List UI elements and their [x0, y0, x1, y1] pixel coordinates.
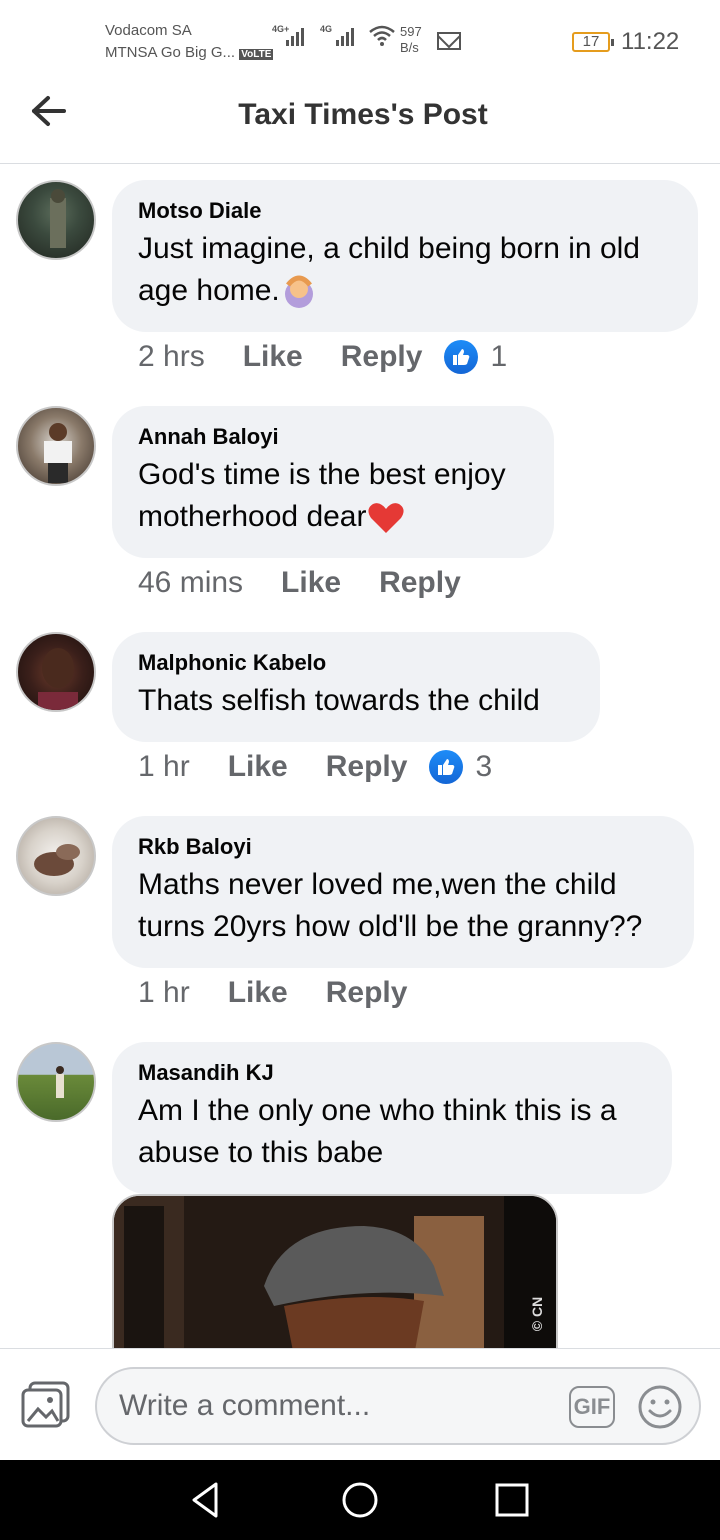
reply-button[interactable]: Reply: [326, 976, 408, 1010]
comment-text: Just imagine, a child being born in old …: [138, 228, 672, 312]
like-button[interactable]: Like: [228, 976, 288, 1010]
image-watermark: © CN: [528, 1296, 545, 1332]
reply-button[interactable]: Reply: [379, 566, 461, 600]
carrier-primary: Vodacom SA: [105, 22, 192, 39]
like-button[interactable]: Like: [228, 750, 288, 784]
comment-text: God's time is the best enjoy motherhood …: [138, 454, 528, 538]
navigation-bar: [0, 1460, 720, 1540]
comment-text: Am I the only one who think this is a ab…: [138, 1094, 617, 1169]
wifi-icon: [369, 25, 395, 46]
comment-bubble[interactable]: Motso Diale Just imagine, a child being …: [112, 180, 698, 332]
comment-author[interactable]: Annah Baloyi: [138, 424, 528, 450]
signal-icon-2: 4G: [320, 24, 356, 46]
like-button[interactable]: Like: [243, 340, 303, 374]
carrier-info: Vodacom SA MTNSA Go Big G... VoLTE: [105, 20, 274, 66]
network-speed: 597 B/s: [400, 24, 422, 55]
clock: 11:22: [621, 28, 680, 55]
comment-input[interactable]: Write a comment... GIF: [95, 1367, 701, 1445]
comment-composer: Write a comment... GIF: [0, 1348, 720, 1460]
comment-bubble[interactable]: Malphonic Kabelo Thats selfish towards t…: [112, 632, 600, 742]
comment-text: Maths never loved me,wen the child turns…: [138, 868, 643, 943]
nav-recents-icon[interactable]: [492, 1480, 532, 1520]
comment-time: 2 hrs: [138, 340, 205, 373]
post-header: Taxi Times's Post: [0, 80, 720, 164]
reply-button[interactable]: Reply: [341, 340, 423, 374]
comment-author[interactable]: Rkb Baloyi: [138, 834, 668, 860]
comment-bubble[interactable]: Masandih KJ Am I the only one who think …: [112, 1042, 672, 1194]
status-bar: Vodacom SA MTNSA Go Big G... VoLTE 4G+ 4…: [0, 0, 720, 80]
red-heart-icon: [367, 503, 404, 534]
carrier-secondary: MTNSA Go Big G... VoLTE: [105, 44, 274, 61]
emoji-smiley-icon[interactable]: [637, 1384, 683, 1430]
battery-icon: 17: [572, 32, 614, 52]
gif-button[interactable]: GIF: [569, 1386, 615, 1428]
comment-time: 1 hr: [138, 750, 190, 783]
avatar[interactable]: [16, 1042, 96, 1122]
avatar[interactable]: [16, 180, 96, 260]
photo-image: [114, 1196, 556, 1352]
mail-icon: [437, 32, 461, 50]
reply-button[interactable]: Reply: [326, 750, 408, 784]
comment-actions: 2 hrs Like Reply 1: [138, 340, 507, 374]
comment-image-attachment[interactable]: © CN: [112, 1194, 558, 1354]
comment-author[interactable]: Malphonic Kabelo: [138, 650, 574, 676]
signal-icons: 4G+ 4G: [272, 24, 396, 46]
page-title: Taxi Times's Post: [238, 98, 488, 131]
nav-back-icon[interactable]: [186, 1480, 226, 1520]
comment-time: 46 mins: [138, 566, 244, 599]
photo-gallery-icon[interactable]: [20, 1381, 72, 1429]
reaction-count[interactable]: 3: [475, 750, 492, 784]
comment-bubble[interactable]: Rkb Baloyi Maths never loved me,wen the …: [112, 816, 694, 968]
comment-time: 1 hr: [138, 976, 190, 1009]
thumbs-up-icon[interactable]: [444, 340, 479, 374]
signal-icon: 4G+: [272, 24, 306, 46]
like-button[interactable]: Like: [281, 566, 341, 600]
comment-author[interactable]: Masandih KJ: [138, 1060, 646, 1086]
comment-input-placeholder: Write a comment...: [119, 1389, 371, 1422]
avatar[interactable]: [16, 406, 96, 486]
avatar[interactable]: [16, 632, 96, 712]
comment-actions: 1 hr Like Reply 3: [138, 750, 492, 784]
woman-gesturing-ok-emoji-icon: [284, 275, 313, 309]
volte-badge: VoLTE: [239, 49, 274, 60]
reaction-count[interactable]: 1: [490, 340, 507, 374]
avatar[interactable]: [16, 816, 96, 896]
comment-author[interactable]: Motso Diale: [138, 198, 672, 224]
comment-actions: 1 hr Like Reply: [138, 976, 445, 1010]
thumbs-up-icon[interactable]: [429, 750, 464, 784]
comment-actions: 46 mins Like Reply: [138, 566, 499, 600]
comment-text: Thats selfish towards the child: [138, 684, 540, 717]
nav-home-icon[interactable]: [340, 1480, 380, 1520]
comment-bubble[interactable]: Annah Baloyi God's time is the best enjo…: [112, 406, 554, 558]
